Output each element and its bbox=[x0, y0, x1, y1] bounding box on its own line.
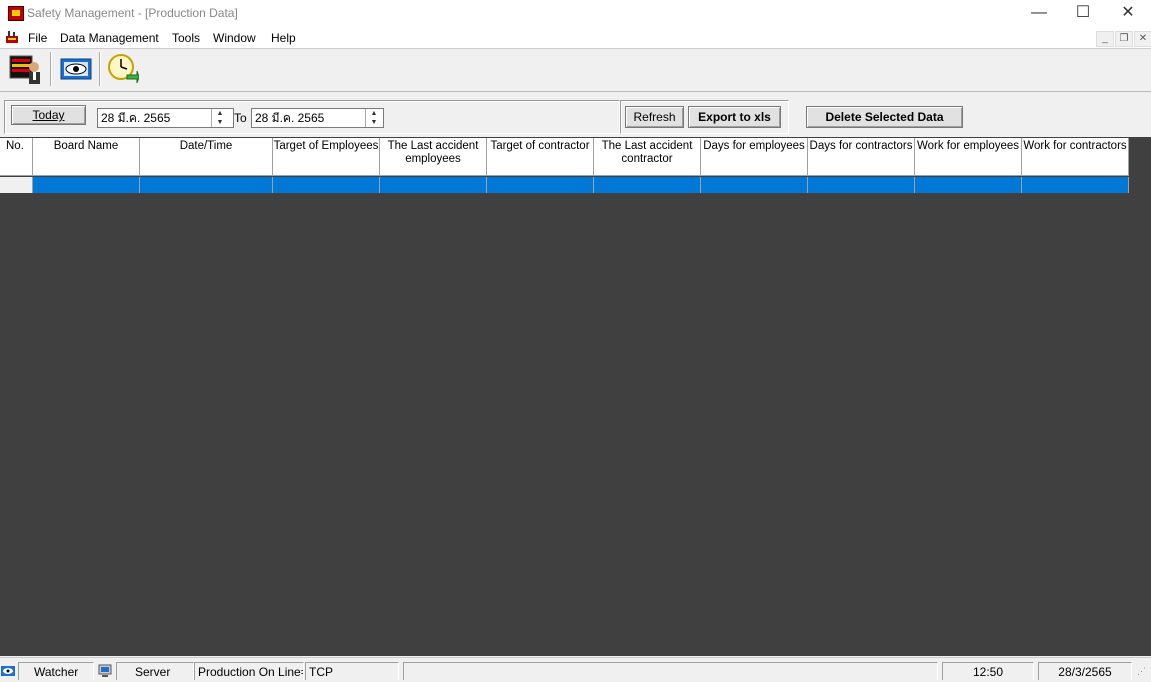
to-date-spinner[interactable]: ▲ ▼ bbox=[365, 109, 382, 127]
production-board-icon[interactable] bbox=[9, 53, 41, 85]
menu-file[interactable]: File bbox=[28, 31, 47, 45]
maximize-button[interactable]: ☐ bbox=[1060, 0, 1106, 26]
toolbar bbox=[0, 48, 1151, 92]
table-row-cell[interactable] bbox=[915, 177, 1022, 193]
column-header-work-employees[interactable]: Work for employees bbox=[915, 138, 1022, 176]
refresh-label: Refresh bbox=[633, 110, 676, 124]
row-indicator[interactable] bbox=[0, 177, 33, 193]
table-row-cell[interactable] bbox=[140, 177, 273, 193]
column-header-target-contractor[interactable]: Target of contractor bbox=[487, 138, 594, 176]
status-protocol: TCP bbox=[305, 662, 399, 680]
delete-selected-button[interactable]: Delete Selected Data bbox=[806, 106, 963, 128]
menu-tools[interactable]: Tools bbox=[172, 31, 200, 45]
close-button[interactable]: ✕ bbox=[1105, 0, 1151, 26]
table-row-cell[interactable] bbox=[1022, 177, 1129, 193]
refresh-button[interactable]: Refresh bbox=[625, 106, 684, 128]
column-header-days-contractors[interactable]: Days for contractors bbox=[808, 138, 915, 176]
watcher-icon bbox=[1, 666, 15, 676]
menu-window[interactable]: Window bbox=[213, 31, 256, 45]
menu-data-management[interactable]: Data Management bbox=[60, 31, 159, 45]
today-button[interactable]: Today bbox=[11, 105, 86, 125]
column-header-target-employees[interactable]: Target of Employees bbox=[273, 138, 380, 176]
column-header-days-employees[interactable]: Days for employees bbox=[701, 138, 808, 176]
minimize-button[interactable]: — bbox=[1016, 0, 1062, 26]
column-header-board-name[interactable]: Board Name bbox=[33, 138, 140, 176]
column-header-last-accident-employees[interactable]: The Last accident employees bbox=[380, 138, 487, 176]
clock-icon[interactable] bbox=[107, 53, 139, 85]
window-title: Safety Management - [Production Data] bbox=[27, 6, 238, 20]
app-icon[interactable] bbox=[8, 6, 24, 21]
status-server: Server bbox=[116, 662, 194, 680]
column-header-work-contractors[interactable]: Work for contractors bbox=[1022, 138, 1129, 176]
table-row-cell[interactable] bbox=[33, 177, 140, 193]
table-row-cell[interactable] bbox=[273, 177, 380, 193]
table-row-cell[interactable] bbox=[487, 177, 594, 193]
toolbar-separator bbox=[99, 52, 101, 86]
spin-down-icon[interactable]: ▼ bbox=[366, 118, 382, 127]
mdi-minimize-button[interactable]: _ bbox=[1096, 31, 1114, 47]
document-icon[interactable] bbox=[5, 30, 19, 44]
table-row-cell[interactable] bbox=[701, 177, 808, 193]
delete-label: Delete Selected Data bbox=[825, 110, 944, 124]
view-eye-icon[interactable] bbox=[60, 53, 92, 85]
mdi-restore-button[interactable]: ❐ bbox=[1115, 31, 1133, 47]
column-header-last-accident-contractor[interactable]: The Last accident contractor bbox=[594, 138, 701, 176]
from-date-spinner[interactable]: ▲ ▼ bbox=[211, 109, 228, 127]
column-header-no[interactable]: No. bbox=[0, 138, 33, 176]
status-watcher: Watcher bbox=[18, 662, 94, 680]
status-date: 28/3/2565 bbox=[1038, 662, 1132, 680]
server-icon bbox=[98, 664, 112, 677]
from-date-value: 28 มี.ค. 2565 bbox=[101, 111, 171, 125]
today-label: Today bbox=[32, 108, 65, 122]
table-row-cell[interactable] bbox=[380, 177, 487, 193]
to-label: To bbox=[234, 111, 247, 125]
spin-up-icon[interactable]: ▲ bbox=[366, 109, 382, 118]
resize-grip-icon[interactable]: ⋰ bbox=[1137, 666, 1149, 678]
mdi-close-button[interactable]: ✕ bbox=[1134, 31, 1151, 47]
spin-up-icon[interactable]: ▲ bbox=[212, 109, 228, 118]
to-date-value: 28 มี.ค. 2565 bbox=[255, 111, 325, 125]
menu-help[interactable]: Help bbox=[271, 31, 296, 45]
status-empty-panel bbox=[403, 662, 938, 680]
status-time: 12:50 bbox=[942, 662, 1034, 680]
toolbar-separator bbox=[50, 52, 52, 86]
table-row-cell[interactable] bbox=[594, 177, 701, 193]
column-header-date-time[interactable]: Date/Time bbox=[140, 138, 273, 176]
export-label: Export to xls bbox=[698, 110, 771, 124]
table-row-cell[interactable] bbox=[808, 177, 915, 193]
data-grid[interactable] bbox=[0, 137, 1151, 656]
spin-down-icon[interactable]: ▼ bbox=[212, 118, 228, 127]
export-xls-button[interactable]: Export to xls bbox=[688, 106, 781, 128]
status-production: Production On Line=1 bbox=[194, 662, 304, 680]
